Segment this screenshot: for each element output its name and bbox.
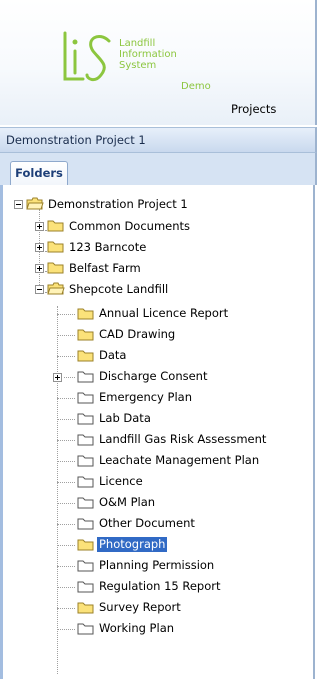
- tree-item[interactable]: Leachate Management Plan: [97, 453, 261, 468]
- folder-icon: [77, 602, 94, 614]
- tree-item[interactable]: Landfill Gas Risk Assessment: [97, 432, 268, 447]
- logo-wordmark: Landfill Information System: [119, 38, 177, 71]
- lis-logo: [63, 31, 111, 82]
- folder-icon: [77, 581, 94, 593]
- folder-icon: [77, 497, 94, 509]
- folder-icon: [77, 329, 94, 341]
- tree-item[interactable]: O&M Plan: [97, 495, 157, 510]
- folder-icon: [77, 518, 94, 530]
- collapse-toggle[interactable]: [35, 285, 44, 294]
- expand-toggle[interactable]: [35, 264, 44, 273]
- folder-icon: [77, 371, 94, 383]
- tree-root-label[interactable]: Demonstration Project 1: [46, 197, 190, 212]
- folder-icon: [77, 392, 94, 404]
- tree-item[interactable]: Discharge Consent: [97, 369, 209, 384]
- expand-toggle[interactable]: [35, 243, 44, 252]
- folder-icon: [77, 560, 94, 572]
- expand-toggle[interactable]: [53, 373, 62, 382]
- tree-item[interactable]: Other Document: [97, 516, 197, 531]
- tab-strip: Folders: [0, 153, 317, 185]
- tree-item[interactable]: Lab Data: [97, 411, 153, 426]
- tree-item[interactable]: Shepcote Landfill: [67, 282, 170, 297]
- current-project-title: Demonstration Project 1: [6, 133, 146, 147]
- demo-badge: Demo: [181, 81, 211, 92]
- open-folder-icon: [26, 197, 44, 210]
- tab-folders[interactable]: Folders: [10, 161, 68, 185]
- app-header: Landfill Information System Demo Project…: [0, 0, 317, 125]
- folder-icon: [77, 539, 94, 551]
- projects-nav-link[interactable]: Projects: [231, 102, 276, 116]
- tree-item[interactable]: Survey Report: [97, 600, 183, 615]
- folder-icon: [77, 623, 94, 635]
- folder-icon: [47, 262, 64, 274]
- current-project-bar: Demonstration Project 1: [0, 127, 317, 153]
- tree-item[interactable]: Annual Licence Report: [97, 306, 230, 321]
- folder-icon: [77, 413, 94, 425]
- tree-item[interactable]: Regulation 15 Report: [97, 579, 222, 594]
- tree-item[interactable]: Data: [97, 348, 128, 363]
- tree-item-selected[interactable]: Photograph: [97, 537, 168, 552]
- folder-icon: [77, 476, 94, 488]
- tree-item[interactable]: Licence: [97, 474, 145, 489]
- tree-item[interactable]: Working Plan: [97, 621, 176, 636]
- tree-item[interactable]: Emergency Plan: [97, 390, 194, 405]
- folder-tree: Demonstration Project 1 Common Documents…: [0, 185, 315, 679]
- open-folder-icon: [47, 282, 65, 295]
- folder-icon: [77, 308, 94, 320]
- tree-item[interactable]: Belfast Farm: [67, 261, 143, 276]
- tree-item[interactable]: Common Documents: [67, 219, 192, 234]
- tree-item[interactable]: CAD Drawing: [97, 327, 177, 342]
- collapse-toggle[interactable]: [14, 200, 23, 209]
- folder-icon: [77, 350, 94, 362]
- folder-icon: [47, 241, 64, 253]
- folder-icon: [77, 434, 94, 446]
- expand-toggle[interactable]: [35, 222, 44, 231]
- folder-icon: [47, 220, 64, 232]
- tree-item[interactable]: Planning Permission: [97, 558, 216, 573]
- tree-item[interactable]: 123 Barncote: [67, 240, 148, 255]
- folder-icon: [77, 455, 94, 467]
